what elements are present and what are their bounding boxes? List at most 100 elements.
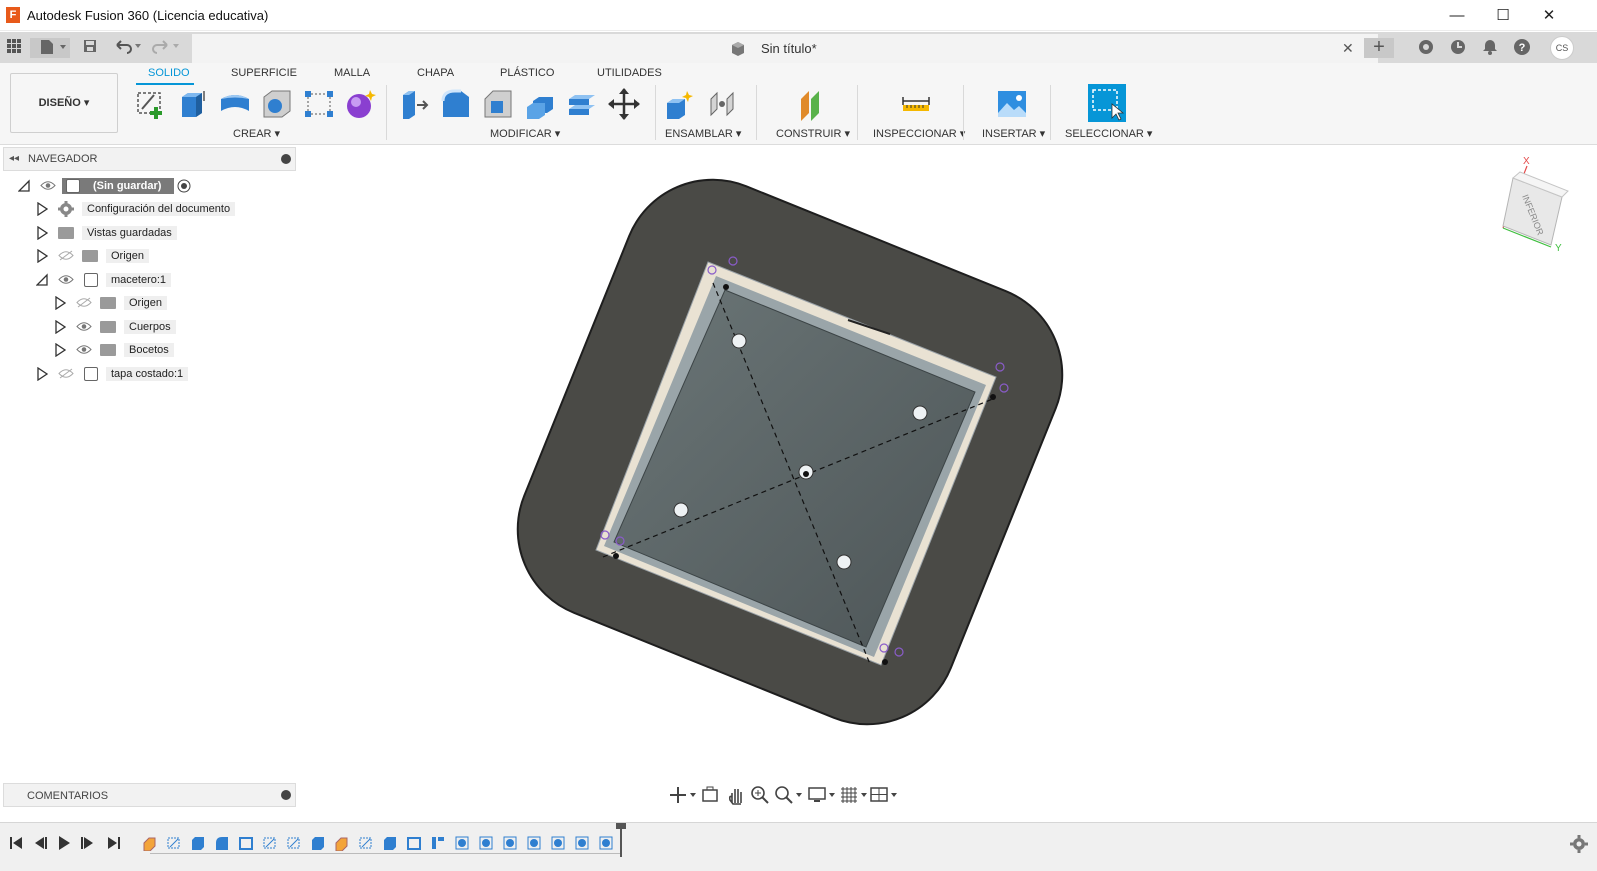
redo-icon[interactable]	[150, 38, 182, 58]
tree-item-bodies[interactable]: Cuerpos	[0, 317, 260, 337]
press-pull-icon[interactable]	[397, 87, 431, 121]
create-form-icon[interactable]	[344, 87, 378, 121]
group-crear[interactable]: CREAR ▾	[233, 127, 280, 140]
timeline-feature-hole-icon[interactable]	[550, 835, 566, 851]
chamfer-icon[interactable]	[481, 87, 515, 121]
hole-icon[interactable]	[260, 87, 294, 121]
timeline-feature-extrude-icon[interactable]	[382, 835, 398, 851]
orbit-icon[interactable]	[668, 785, 696, 805]
shell-icon[interactable]	[523, 87, 557, 121]
help-icon[interactable]: ?	[1512, 38, 1532, 58]
visibility-eye-icon[interactable]	[76, 344, 92, 355]
offset-plane-icon[interactable]	[797, 87, 831, 121]
job-status-clock-icon[interactable]	[1448, 38, 1468, 58]
hidden-eye-icon[interactable]	[76, 297, 92, 308]
create-sketch-icon[interactable]	[134, 87, 168, 121]
revolve-icon[interactable]	[218, 87, 252, 121]
comments-panel[interactable]: COMENTARIOS	[3, 783, 296, 807]
activate-radio-icon[interactable]	[177, 179, 191, 193]
tree-item-config[interactable]: Configuración del documento	[0, 199, 260, 219]
tab-solido[interactable]: SOLIDO	[148, 67, 190, 79]
group-inspeccionar[interactable]: INSPECCIONAR ▾	[873, 127, 965, 140]
visibility-eye-icon[interactable]	[58, 274, 74, 285]
notifications-bell-icon[interactable]	[1480, 38, 1500, 58]
viewports-icon[interactable]	[870, 785, 898, 805]
tree-item-saved-views[interactable]: Vistas guardadas	[0, 223, 260, 243]
collapse-panel-icon[interactable]: ◂◂	[9, 153, 19, 164]
user-avatar[interactable]: CS	[1550, 36, 1574, 60]
hidden-eye-icon[interactable]	[58, 368, 74, 379]
tab-superficie[interactable]: SUPERFICIE	[231, 67, 297, 79]
timeline-feature-hole-icon[interactable]	[454, 835, 470, 851]
display-settings-icon[interactable]	[808, 785, 836, 805]
expand-triangle-icon[interactable]	[36, 226, 48, 240]
expand-triangle-icon[interactable]	[36, 202, 48, 216]
go-to-end-icon[interactable]	[106, 835, 122, 851]
file-menu-icon[interactable]	[30, 38, 70, 58]
tree-item-root[interactable]: (Sin guardar)	[0, 176, 260, 196]
timeline-feature-component-icon[interactable]	[142, 835, 158, 851]
extrude-icon[interactable]	[176, 87, 210, 121]
tab-utilidades[interactable]: UTILIDADES	[597, 67, 662, 79]
visibility-eye-icon[interactable]	[76, 321, 92, 332]
extensions-icon[interactable]	[1416, 38, 1436, 58]
maximize-button[interactable]: ☐	[1480, 0, 1526, 31]
tree-item-origin-sub[interactable]: Origen	[0, 293, 260, 313]
tree-item-sketches[interactable]: Bocetos	[0, 340, 260, 360]
expand-triangle-icon[interactable]	[54, 343, 66, 357]
tree-item-origin[interactable]: Origen	[0, 246, 260, 266]
timeline-feature-shell-icon[interactable]	[406, 835, 422, 851]
grid-settings-icon[interactable]	[840, 785, 868, 805]
timeline-settings-gear-icon[interactable]	[1570, 835, 1588, 853]
timeline-feature-extrude-icon[interactable]	[190, 835, 206, 851]
minimize-button[interactable]: —	[1434, 0, 1480, 31]
pan-hand-icon[interactable]	[726, 785, 746, 805]
timeline-feature-sketch-icon[interactable]	[358, 835, 374, 851]
measure-icon[interactable]	[899, 87, 933, 121]
timeline-feature-hole-icon[interactable]	[478, 835, 494, 851]
new-tab-plus-icon[interactable]: +	[1364, 37, 1394, 58]
timeline-feature-fillet-icon[interactable]	[214, 835, 230, 851]
panel-minus-icon[interactable]	[281, 154, 291, 164]
select-window-icon[interactable]	[1088, 84, 1126, 122]
timeline-feature-sketch-icon[interactable]	[286, 835, 302, 851]
hidden-eye-icon[interactable]	[58, 250, 74, 261]
browser-panel-header[interactable]: ◂◂ NAVEGADOR	[3, 147, 296, 171]
step-back-icon[interactable]	[32, 835, 48, 851]
workspace-switcher-button[interactable]: DISEÑO ▾	[10, 73, 118, 133]
timeline-feature-sketch-icon[interactable]	[166, 835, 182, 851]
group-construir[interactable]: CONSTRUIR ▾	[776, 127, 850, 140]
insert-image-icon[interactable]	[995, 87, 1029, 121]
tree-item-tapa[interactable]: tapa costado:1	[0, 364, 260, 384]
joint-icon[interactable]	[705, 87, 739, 121]
add-comment-icon[interactable]	[281, 790, 291, 800]
save-icon[interactable]	[80, 38, 100, 58]
timeline-feature-component-icon[interactable]	[334, 835, 350, 851]
close-window-button[interactable]: ✕	[1526, 0, 1572, 31]
timeline-feature-sketch-icon[interactable]	[262, 835, 278, 851]
timeline-feature-shell-icon[interactable]	[238, 835, 254, 851]
collapse-triangle-icon[interactable]	[36, 273, 48, 287]
step-forward-icon[interactable]	[80, 835, 96, 851]
collapse-triangle-icon[interactable]	[18, 179, 30, 193]
tab-malla[interactable]: MALLA	[334, 67, 370, 79]
move-copy-icon[interactable]	[607, 87, 641, 121]
group-seleccionar[interactable]: SELECCIONAR ▾	[1065, 127, 1152, 140]
play-icon[interactable]	[56, 835, 72, 851]
fit-icon[interactable]	[774, 785, 802, 805]
timeline-feature-plane-icon[interactable]	[430, 835, 446, 851]
timeline-feature-hole-icon[interactable]	[598, 835, 614, 851]
tab-close-button[interactable]: ✕	[1342, 40, 1354, 57]
undo-icon[interactable]	[112, 38, 144, 58]
tab-plastico[interactable]: PLÁSTICO	[500, 67, 554, 79]
timeline-feature-hole-icon[interactable]	[502, 835, 518, 851]
tab-chapa[interactable]: CHAPA	[417, 67, 454, 79]
timeline-marker-handle[interactable]	[616, 823, 626, 829]
tree-item-macetero[interactable]: macetero:1	[0, 270, 260, 290]
look-at-icon[interactable]	[700, 785, 720, 805]
group-ensamblar[interactable]: ENSAMBLAR ▾	[665, 127, 741, 140]
group-insertar[interactable]: INSERTAR ▾	[982, 127, 1045, 140]
visibility-eye-icon[interactable]	[40, 180, 56, 191]
model-canvas[interactable]: INFERIOR X Y	[297, 145, 1597, 781]
expand-triangle-icon[interactable]	[54, 320, 66, 334]
